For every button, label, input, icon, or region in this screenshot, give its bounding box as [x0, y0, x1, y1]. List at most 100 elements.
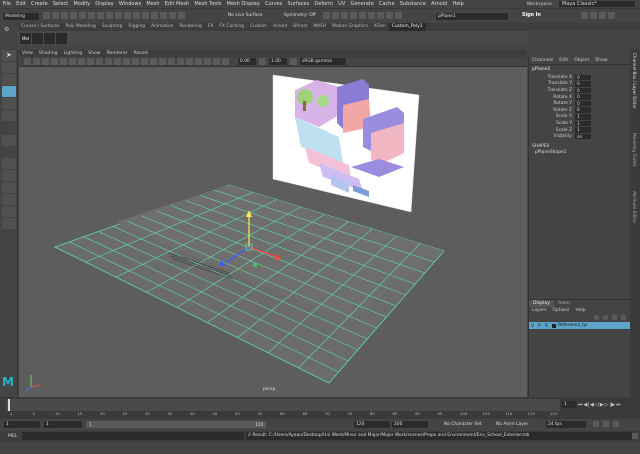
- render-icon[interactable]: [169, 12, 176, 19]
- menu-deform[interactable]: Deform: [312, 1, 336, 7]
- outliner-layout-icon[interactable]: [2, 206, 16, 217]
- snap-grid-icon[interactable]: [115, 12, 122, 19]
- use-lights-icon[interactable]: [150, 58, 157, 65]
- xray-icon[interactable]: [204, 58, 211, 65]
- shelf-tab-arnold[interactable]: Arnold: [270, 23, 290, 31]
- gamma-icon[interactable]: [259, 58, 266, 65]
- perspective-viewport[interactable]: persp: [19, 67, 527, 397]
- open-scene-icon[interactable]: [52, 12, 59, 19]
- select-tool-icon[interactable]: ➤: [2, 50, 16, 61]
- shelf-tab-motion-graphics[interactable]: Motion Graphics: [329, 23, 371, 31]
- side-tab-modeling-toolkit[interactable]: Modeling Toolkit: [632, 133, 637, 167]
- channel-menu-object[interactable]: Object: [571, 58, 592, 63]
- channel-menu-channels[interactable]: Channels: [529, 58, 556, 63]
- snap-surface-icon[interactable]: [151, 12, 158, 19]
- scale-tool-icon[interactable]: [2, 110, 16, 121]
- show-manipulator-icon[interactable]: [2, 135, 16, 146]
- step-back-icon[interactable]: ◀: [590, 402, 594, 408]
- shelf-tab-rigging[interactable]: Rigging: [125, 23, 148, 31]
- shelf-tab-mash[interactable]: MASH: [310, 23, 329, 31]
- time-track[interactable]: [6, 399, 560, 411]
- attribute-value[interactable]: on: [575, 133, 591, 140]
- undo-icon[interactable]: [70, 12, 77, 19]
- layer-name[interactable]: Reference_lyr: [558, 323, 588, 328]
- workspace-dropdown[interactable]: Maya Classic*: [559, 1, 636, 7]
- image-plane-icon[interactable]: [51, 58, 58, 65]
- menu-edit-mesh[interactable]: Edit Mesh: [162, 1, 192, 7]
- menu-edit[interactable]: Edit: [14, 1, 29, 7]
- menu-modify[interactable]: Modify: [71, 1, 93, 7]
- menu-arnold[interactable]: Arnold: [428, 1, 449, 7]
- channel-menu-show[interactable]: Show: [592, 58, 610, 63]
- step-forward-icon[interactable]: ▷: [605, 402, 609, 408]
- history-icon[interactable]: [160, 12, 167, 19]
- ambient-occlusion-icon[interactable]: [168, 58, 175, 65]
- exposure-field[interactable]: 0.00: [238, 58, 256, 65]
- command-language-label[interactable]: MEL: [8, 434, 17, 439]
- shelf-script-icon[interactable]: [32, 32, 43, 44]
- attribute-row[interactable]: Rotate Z0: [529, 107, 630, 114]
- menu-mesh-tools[interactable]: Mesh Tools: [192, 1, 224, 7]
- persp-outliner-icon[interactable]: [2, 182, 16, 193]
- anim-prefs-icon[interactable]: [603, 421, 609, 427]
- fps-menu[interactable]: 24 fps: [546, 421, 586, 428]
- script-editor-icon[interactable]: [632, 433, 638, 439]
- shelf-settings-icon[interactable]: ⚙: [4, 26, 12, 33]
- shelf-tab-fx-caching[interactable]: FX Caching: [216, 23, 247, 31]
- shadows-icon[interactable]: [159, 58, 166, 65]
- attribute-value[interactable]: 0: [575, 81, 591, 87]
- bookmark-icon[interactable]: [42, 58, 49, 65]
- time-slider[interactable]: 1 5 10 15 20 25 30 35 40 45 50 55 60 65 70 75 80 85 90 95 10…: [0, 397, 640, 419]
- layer-playback-flag[interactable]: P: [536, 323, 543, 328]
- light-editor-icon[interactable]: [368, 12, 375, 19]
- four-view-icon[interactable]: [2, 170, 16, 181]
- sign-in-button[interactable]: Sign In: [522, 13, 541, 18]
- attribute-row[interactable]: Translate Y0: [529, 81, 630, 88]
- persp-graph-icon[interactable]: [2, 194, 16, 205]
- paint-select-icon[interactable]: [2, 74, 16, 85]
- channel-menu-edit[interactable]: Edit: [556, 58, 571, 63]
- gate-mask-icon[interactable]: [87, 58, 94, 65]
- playback-end-field[interactable]: 120: [354, 421, 390, 428]
- snap-point-icon[interactable]: [133, 12, 140, 19]
- playback-start-field[interactable]: 1: [44, 421, 82, 428]
- menu-windows[interactable]: Windows: [116, 1, 144, 7]
- safe-action-icon[interactable]: [105, 58, 112, 65]
- menu-mesh-display[interactable]: Mesh Display: [224, 1, 262, 7]
- animation-end-field[interactable]: 200: [392, 421, 428, 428]
- viewport-menu-view[interactable]: View: [19, 50, 36, 57]
- anti-aliasing-icon[interactable]: [186, 58, 193, 65]
- play-icon[interactable]: ▶: [600, 402, 604, 408]
- hypershade-layout-icon[interactable]: [2, 218, 16, 229]
- menu-display[interactable]: Display: [93, 1, 117, 7]
- attribute-row[interactable]: Translate X0: [529, 74, 630, 81]
- anim-layer-menu[interactable]: No Anim Layer: [496, 422, 528, 427]
- layer-menu-layers[interactable]: Layers: [529, 308, 550, 313]
- attribute-row[interactable]: Visibility on: [529, 133, 630, 140]
- attribute-value[interactable]: 0: [575, 74, 591, 81]
- xray-joints-icon[interactable]: [213, 58, 220, 65]
- modeling-toolkit-icon[interactable]: [581, 12, 588, 19]
- menu-curves[interactable]: Curves: [262, 1, 285, 7]
- layer-tab-display[interactable]: Display: [529, 300, 554, 307]
- reference-image-plane[interactable]: [272, 74, 420, 213]
- layer-color-swatch[interactable]: [552, 323, 556, 328]
- filter-icon[interactable]: [395, 12, 402, 19]
- shelf-tab-bifrost[interactable]: Bifrost: [290, 23, 310, 31]
- attribute-value[interactable]: 0: [575, 107, 591, 114]
- tool-settings-panel-icon[interactable]: [599, 12, 606, 19]
- redo-icon[interactable]: [79, 12, 86, 19]
- shelf-tab-fx[interactable]: FX: [205, 23, 217, 31]
- attribute-value[interactable]: 0: [575, 94, 591, 100]
- tool-settings-icon[interactable]: [323, 12, 330, 19]
- current-frame-field[interactable]: 1: [562, 401, 576, 408]
- shelf-tab-xgen[interactable]: XGen: [371, 23, 389, 31]
- smooth-shade-icon[interactable]: [123, 58, 130, 65]
- menu-generate[interactable]: Generate: [348, 1, 377, 7]
- hypershade-icon[interactable]: [359, 12, 366, 19]
- animation-start-field[interactable]: 1: [4, 421, 40, 428]
- auto-key-icon[interactable]: [593, 421, 599, 427]
- snap-view-icon[interactable]: [142, 12, 149, 19]
- menu-surfaces[interactable]: Surfaces: [285, 1, 312, 7]
- move-down-icon[interactable]: [621, 314, 626, 320]
